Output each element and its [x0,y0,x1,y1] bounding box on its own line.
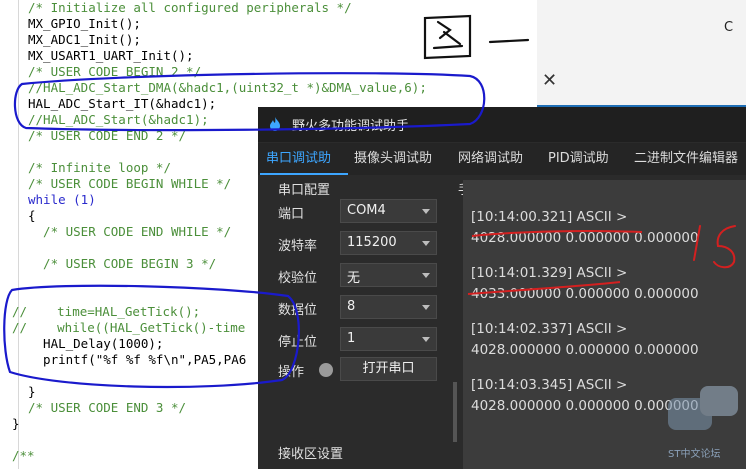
tab-camera-assistant[interactable]: 摄像头调试助手 [348,143,450,198]
receive-settings-title: 接收区设置 [278,447,344,462]
baud-rate-value: 115200 [347,235,397,250]
receive-header: [10:14:00.321] ASCII > [471,209,628,225]
open-port-button[interactable]: 打开串口 [340,357,437,381]
code-line: /* USER CODE END 3 */ [28,400,187,415]
stop-bits-value: 1 [347,331,356,346]
code-line: /* USER CODE BEGIN WHILE */ [28,176,232,191]
code-line: /* USER CODE BEGIN 2 */ [28,64,202,79]
code-line: /* Initialize all configured peripherals… [28,0,352,15]
chevron-down-icon [422,337,430,342]
code-line: while (1) [28,192,96,207]
code-line: /* USER CODE BEGIN 3 */ [28,256,217,271]
parity-select[interactable]: 无 [340,263,437,287]
receive-area[interactable]: [10:14:00.321] ASCII > 4028.000000 0.000… [463,180,746,469]
port-value: COM4 [347,203,386,218]
code-line: } [28,384,36,399]
window-title: 野火多功能调试助手 [292,119,410,134]
receive-header: [10:14:02.337] ASCII > [471,321,628,337]
code-line: HAL_Delay(1000); [28,336,164,351]
editor-gutter-divider [18,0,19,469]
receive-data: 4028.000000 0.000000 0.000000 [471,342,699,358]
receive-header: [10:14:03.345] ASCII > [471,377,628,393]
port-label: 端口 [278,207,305,222]
code-line: MX_ADC1_Init(); [28,32,141,47]
background-window [537,0,746,105]
receive-data: 4028.000000 0.000000 0.000000 [471,230,699,246]
config-scrollbar[interactable] [453,382,457,442]
code-line: //HAL_ADC_Start(&hadc1); [28,112,209,127]
tab-serial-assistant[interactable]: 串口调试助手 [260,143,348,198]
status-indicator [319,363,333,377]
code-line: } [12,416,20,431]
code-line: { [28,208,36,223]
code-line: /* USER CODE END 2 */ [28,128,187,143]
baud-rate-select[interactable]: 115200 [340,231,437,255]
code-line: MX_USART1_UART_Init(); [28,48,194,63]
chevron-down-icon [422,241,430,246]
watermark-text: ST中文论坛 [668,449,721,460]
code-line: printf("%f %f %f\n",PA5,PA6 [28,352,247,367]
code-line: MX_GPIO_Init(); [28,16,141,31]
tab-network-assistant[interactable]: 网络调试助手 [452,143,540,198]
operation-label: 操作 [278,365,305,380]
parity-label: 校验位 [278,271,318,286]
baud-rate-label: 波特率 [278,239,318,254]
tab-binary-editor[interactable]: 二进制文件编辑器 [628,143,746,175]
chevron-down-icon [422,305,430,310]
parity-value: 无 [347,271,361,286]
stop-bits-select[interactable]: 1 [340,327,437,351]
data-bits-label: 数据位 [278,303,318,318]
close-icon[interactable]: ✕ [542,70,557,91]
serial-config-panel: 串口配置 端口 COM4 波特率 115200 校验位 无 数据位 8 停止位 … [258,177,458,469]
serial-config-title: 串口配置 [278,183,331,198]
code-line: /* USER CODE END WHILE */ [28,224,232,239]
code-line: /* Infinite loop */ [28,160,171,175]
data-bits-value: 8 [347,299,356,314]
receive-data: 4033.000000 0.000000 0.000000 [471,286,699,302]
debug-assistant-window: 野火多功能调试助手 串口调试助手 摄像头调试助手 网络调试助手 PID调试助手 … [258,107,746,469]
port-select[interactable]: COM4 [340,199,437,223]
code-line: /** [12,448,35,463]
receive-data: 4028.000000 0.000000 0.000000 [471,398,699,414]
tab-pid-assistant[interactable]: PID调试助手 [542,143,626,198]
data-bits-select[interactable]: 8 [340,295,437,319]
tab-bar: 串口调试助手 摄像头调试助手 网络调试助手 PID调试助手 二进制文件编辑器 [258,143,746,198]
stop-bits-label: 停止位 [278,335,318,350]
code-line: HAL_ADC_Start_IT(&hadc1); [28,96,217,111]
receive-header: [10:14:01.329] ASCII > [471,265,628,281]
flame-logo-icon [270,117,280,131]
code-line: // time=HAL_GetTick(); [12,304,201,319]
background-window-text: C [724,20,734,35]
code-line: // while((HAL_GetTick()-time [12,320,246,335]
title-bar[interactable]: 野火多功能调试助手 [258,107,746,142]
chevron-down-icon [422,273,430,278]
chevron-down-icon [422,209,430,214]
code-line: //HAL_ADC_Start_DMA(&hadc1,(uint32_t *)&… [28,80,427,95]
